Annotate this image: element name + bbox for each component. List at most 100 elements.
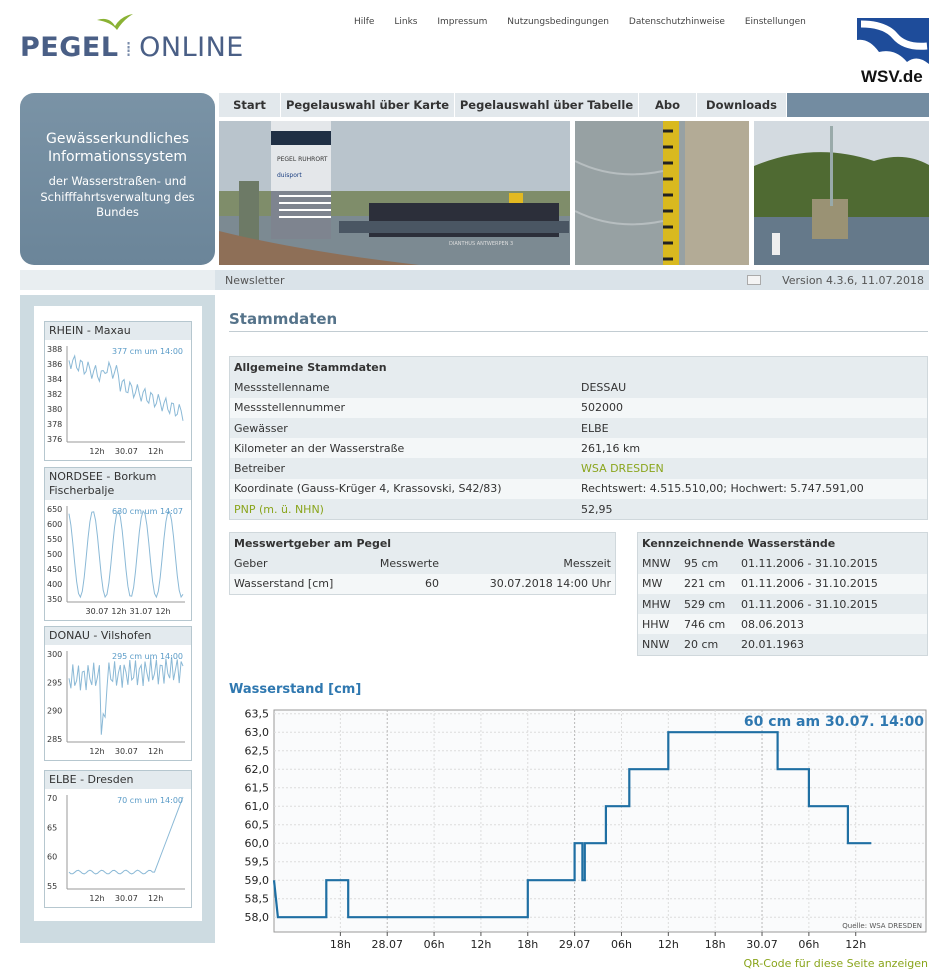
y-tick-label: 59,0: [245, 874, 270, 887]
mini-y-tick: 384: [47, 375, 62, 384]
row-value: Rechtswert: 4.515.510,00; Hochwert: 5.74…: [577, 478, 927, 500]
row-label: Betreiber: [230, 458, 577, 479]
mini-x-tick: 12h: [148, 747, 163, 756]
ks-value: 20 cm: [680, 634, 737, 655]
mini-x-tick: 30.07: [115, 747, 138, 756]
wsv-wave-icon: [857, 18, 929, 64]
mini-y-tick: 600: [47, 520, 62, 529]
x-tick-label: 28.07: [371, 938, 403, 951]
x-tick-label: 12h: [658, 938, 679, 951]
mini-y-tick: 450: [47, 565, 62, 574]
col-header-messzeit: Messzeit: [443, 553, 615, 574]
page-title: Stammdaten: [229, 310, 338, 328]
mini-y-tick: 290: [47, 707, 62, 716]
mini-y-tick: 300: [47, 650, 62, 659]
stammdaten-table: Allgemeine Stammdaten Messstellenname DES…: [229, 356, 928, 521]
y-tick-label: 60,0: [245, 837, 270, 850]
y-tick-label: 60,5: [245, 819, 270, 832]
mini-y-tick: 350: [47, 595, 62, 604]
x-tick-label: 29.07: [559, 938, 591, 951]
mini-x-tick: 12h: [89, 447, 104, 456]
y-tick-label: 63,0: [245, 726, 270, 739]
col-header-geber: Geber: [230, 553, 365, 574]
mini-y-tick: 382: [47, 390, 62, 399]
ks-key: MHW: [638, 593, 680, 615]
mini-chart-plot: 388 386 384 382 380 378 376 12h 30.07 12h 377 cm u…: [47, 345, 185, 456]
mini-y-tick: 55: [47, 882, 57, 891]
tab-abo[interactable]: Abo: [639, 93, 697, 117]
banner-photo-pegellatte: [575, 121, 749, 265]
topnav-links[interactable]: Links: [394, 17, 417, 27]
kennzeichnend-title: Kennzeichnende Wasserstände: [638, 533, 927, 554]
topnav-einstellungen[interactable]: Einstellungen: [745, 17, 806, 27]
mini-y-tick: 650: [47, 505, 62, 514]
ks-value: 529 cm: [680, 593, 737, 615]
tab-start[interactable]: Start: [219, 93, 281, 117]
mini-y-tick: 386: [47, 360, 62, 369]
mini-x-tick: 12h: [148, 894, 163, 903]
ks-key: MNW: [638, 553, 680, 574]
cell-messzeit: 30.07.2018 14:00 Uhr: [443, 573, 615, 594]
ks-period: 01.11.2006 - 31.10.2015: [737, 593, 927, 615]
ks-value: 746 cm: [680, 614, 737, 635]
tab-downloads[interactable]: Downloads: [697, 93, 787, 117]
mini-y-tick: 70: [47, 794, 57, 803]
mini-y-tick: 376: [47, 435, 62, 444]
topnav-hilfe[interactable]: Hilfe: [354, 17, 374, 27]
main-tabs: Start Pegelauswahl über Karte Pegelauswa…: [219, 93, 929, 117]
chart-title: Wasserstand [cm]: [229, 682, 362, 697]
row-label: Koordinate (Gauss-Krüger 4, Krassovski, …: [230, 478, 577, 500]
pegelonline-logo[interactable]: PEGEL ⁞ ONLINE: [20, 12, 250, 72]
mini-y-tick: 380: [47, 405, 62, 414]
newsletter-bar: Newsletter Version 4.3.6, 11.07.2018: [20, 270, 929, 290]
x-tick-label: 12h: [470, 938, 491, 951]
tab-pegelauswahl-tabelle[interactable]: Pegelauswahl über Tabelle: [455, 93, 639, 117]
y-tick-label: 61,5: [245, 782, 270, 795]
topnav-datenschutzhinweise[interactable]: Datenschutzhinweise: [629, 17, 725, 27]
topnav-impressum[interactable]: Impressum: [437, 17, 487, 27]
pnp-link[interactable]: PNP (m. ü. NHN): [230, 499, 577, 520]
mini-x-tick: 12h: [148, 447, 163, 456]
mini-y-tick: 285: [47, 735, 62, 744]
version-text: Version 4.3.6, 11.07.2018: [782, 274, 924, 287]
mini-y-tick: 388: [47, 345, 62, 354]
x-tick-label: 18h: [330, 938, 351, 951]
mini-y-tick: 295: [47, 678, 62, 687]
ks-key: MW: [638, 573, 680, 594]
newsletter-link[interactable]: Newsletter: [225, 274, 284, 287]
col-header-messwerte: Messwerte: [365, 553, 443, 574]
mini-series-line: [68, 354, 184, 421]
topnav-nutzungsbedingungen[interactable]: Nutzungsbedingungen: [507, 17, 609, 27]
mini-chart-nordsee[interactable]: NORDSEE - Borkum Fischerbalje 650 600 550 5…: [44, 467, 192, 621]
mini-chart-plot: 70 65 60 55 12h 30.07 12h 70 cm um 14:00: [47, 794, 185, 903]
mini-y-tick: 400: [47, 580, 62, 589]
mini-chart-plot: 65060055050045040035030.07 12h 31.07 12h630…: [47, 505, 185, 616]
chart-source: Quelle: WSA DRESDEN: [842, 922, 922, 930]
messwertgeber-title: Messwertgeber am Pegel: [230, 533, 615, 554]
ks-period: 08.06.2013: [737, 614, 927, 635]
mini-chart-donau[interactable]: DONAU - Vilshofen 300 295 290 285 12h 30.07 12…: [44, 626, 192, 761]
banner-photo-messstation: [754, 121, 929, 265]
info-box: Gewässerkundliches Informationssystem de…: [20, 93, 215, 265]
kennzeichnende-wasserstaende-table: Kennzeichnende Wasserstände MNW 95 cm 01.1…: [637, 532, 928, 656]
x-tick-label: 30.07: [746, 938, 778, 951]
banner-photo-pegelhaus: PEGEL RUHRORT duisport DIANTHUS ANTWERPE…: [219, 121, 570, 265]
info-subtext: der Wasserstraßen- und Schifffahrtsverwa…: [40, 174, 195, 219]
mini-chart-rhein[interactable]: RHEIN - Maxau 388 386 384 382 380 378 376 12h 30…: [44, 321, 192, 461]
y-tick-label: 59,5: [245, 856, 270, 869]
mini-x-tick: 30.07: [86, 607, 109, 616]
ks-key: HHW: [638, 614, 680, 635]
wsv-logo[interactable]: WSV.de: [855, 18, 933, 88]
mini-current-label: 630 cm um 14:07: [112, 507, 183, 516]
row-label: Messstellennummer: [230, 397, 577, 418]
stammdaten-section-title: Allgemeine Stammdaten: [230, 357, 927, 378]
qr-code-link[interactable]: QR-Code für diese Seite anzeigen: [743, 957, 928, 970]
row-label: Kilometer an der Wasserstraße: [230, 438, 577, 459]
betreiber-link[interactable]: WSA DRESDEN: [577, 458, 927, 479]
wasserstand-chart: 63,5 63,0 62,5 62,0 61,5 61,0 60,5 60,0 59,5 59,0…: [245, 708, 927, 951]
mini-y-tick: 378: [47, 420, 62, 429]
mini-current-label: 295 cm um 14:00: [112, 652, 183, 661]
mini-chart-elbe[interactable]: ELBE - Dresden 70 65 60 55 12h 30.07 12h 70 cm …: [44, 770, 192, 908]
tab-pegelauswahl-karte[interactable]: Pegelauswahl über Karte: [281, 93, 455, 117]
info-heading: Gewässerkundliches Informationssystem: [45, 131, 189, 165]
